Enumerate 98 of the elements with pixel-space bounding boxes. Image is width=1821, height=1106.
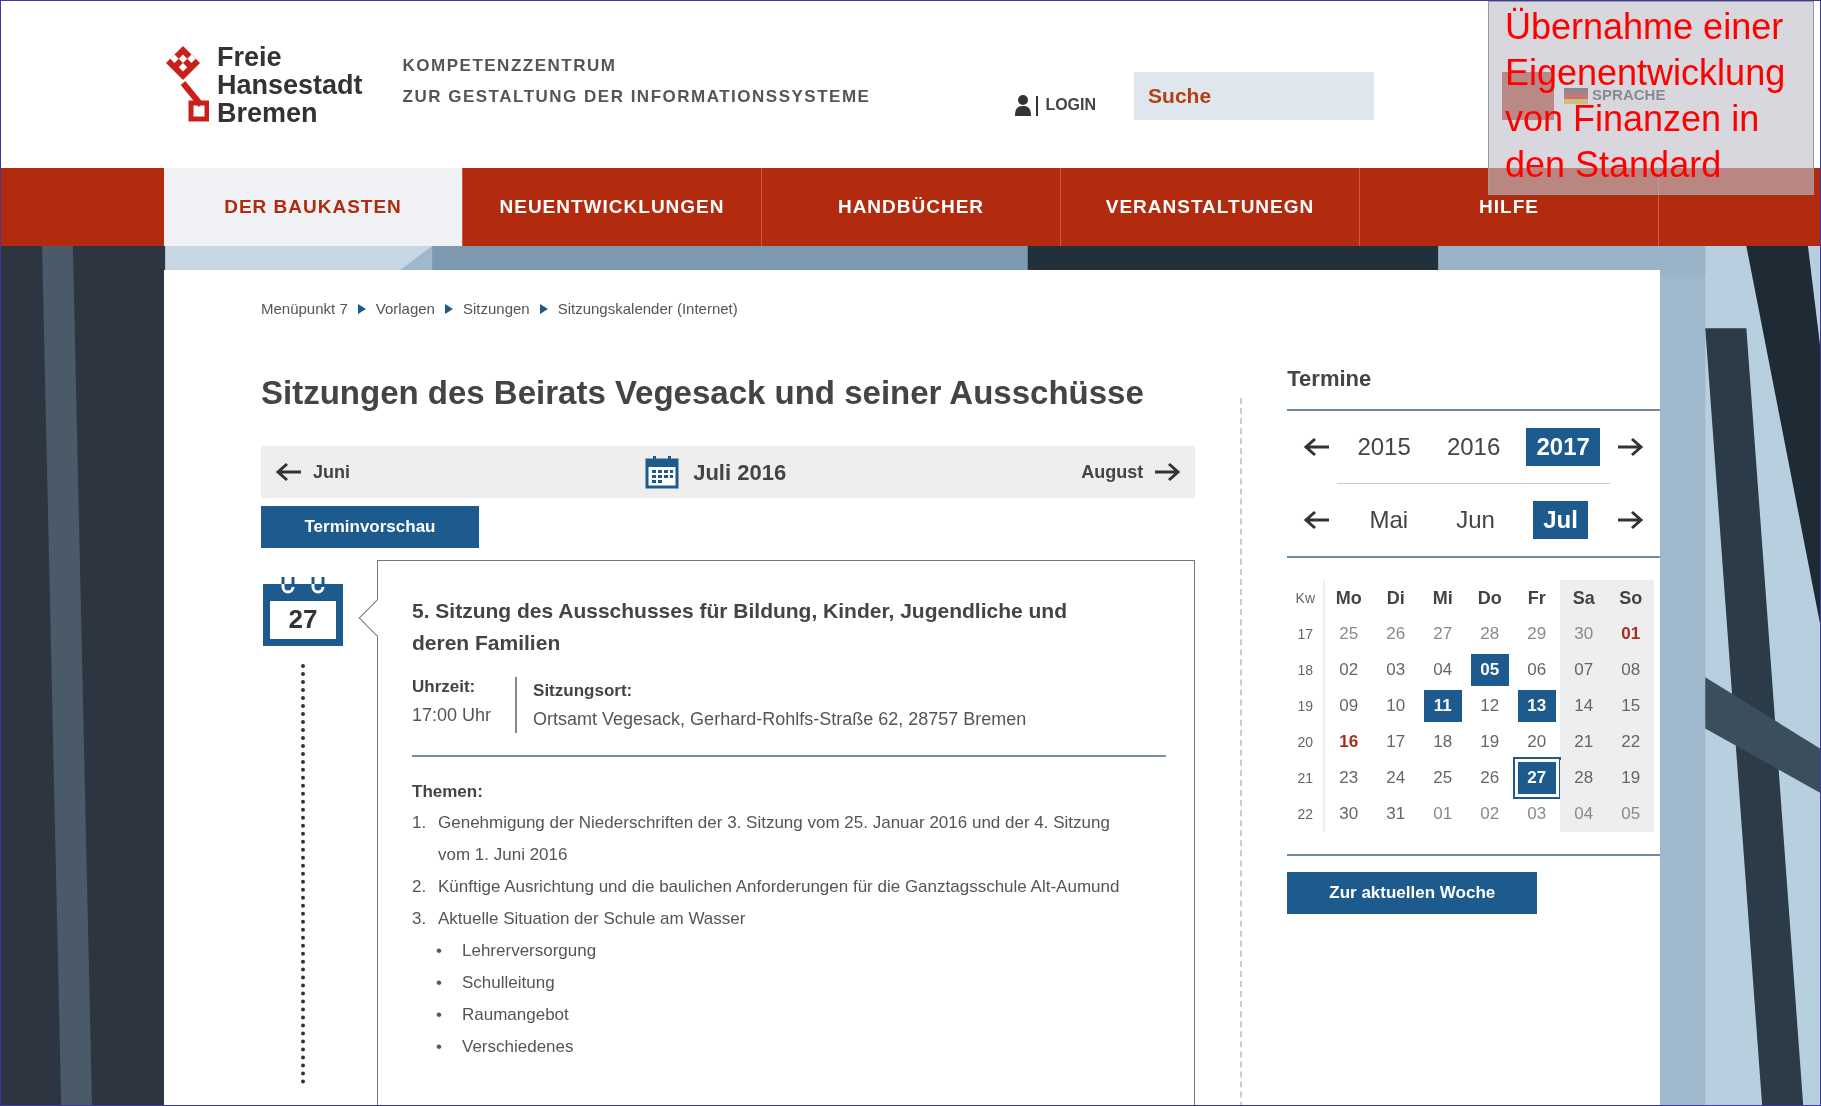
weekday-header: Mi <box>1431 586 1454 610</box>
topic-number: • <box>436 1035 443 1058</box>
calendar-day[interactable]: 13 <box>1517 690 1556 722</box>
breadcrumb-link[interactable]: Sitzungen <box>462 298 530 321</box>
topic-text: Schulleitung <box>462 971 555 994</box>
previous-month-link[interactable]: Juni <box>275 458 350 486</box>
week-number: 20 <box>1287 724 1326 760</box>
triangle-icon <box>539 304 548 315</box>
calendar-day[interactable]: 25 <box>1423 762 1462 794</box>
month-tab[interactable]: Jul <box>1533 501 1588 539</box>
calendar-day[interactable]: 18 <box>1423 726 1462 758</box>
calendar-day[interactable]: 09 <box>1329 690 1368 722</box>
weekday-header: Fr <box>1526 586 1547 610</box>
calendar-day[interactable]: 06 <box>1517 654 1556 686</box>
calendar-day[interactable]: 19 <box>1470 726 1509 758</box>
right-arrow-icon[interactable] <box>1615 510 1644 530</box>
calendar-day[interactable]: 30 <box>1329 798 1368 830</box>
calendar-day[interactable]: 24 <box>1376 762 1415 794</box>
calendar-day[interactable]: 26 <box>1470 762 1509 794</box>
calendar-day[interactable]: 26 <box>1376 618 1415 650</box>
calendar-day[interactable]: 01 <box>1423 798 1462 830</box>
time-label: Uhrzeit: <box>412 675 477 698</box>
topic-text: Genehmigung der Niederschriften der 3. Sitzung vom 25. Januar 2016 und der 4. Sitzung vom 1. Juni 2016 <box>438 811 1111 866</box>
month-tab[interactable]: Mai <box>1359 501 1419 539</box>
calendar-day[interactable]: 29 <box>1517 618 1556 650</box>
calendar-day[interactable]: 20 <box>1517 726 1556 758</box>
topic-number: 3. <box>412 907 428 930</box>
triangle-icon <box>357 304 366 315</box>
calendar-day[interactable]: 02 <box>1470 798 1509 830</box>
calendar-day[interactable]: 03 <box>1376 654 1415 686</box>
topic-text: Aktuelle Situation der Schule am Wasser <box>438 907 747 930</box>
calendar-day[interactable]: 12 <box>1470 690 1509 722</box>
place-label: Sitzungsort: <box>533 679 634 702</box>
weekday-header: Do <box>1476 586 1503 610</box>
event-title: 5. Sitzung des Ausschusses für Bildung, Kinder, Jugendliche und deren Familien <box>412 597 1068 656</box>
calendar-day[interactable]: 28 <box>1470 618 1509 650</box>
week-number: 19 <box>1287 688 1326 724</box>
place-value: Ortsamt Vegesack, Gerhard-Rohlfs-Straße 62, 28757 Bremen <box>533 707 1027 731</box>
calendar-day[interactable]: 03 <box>1517 798 1556 830</box>
current-month: Juli 2016 <box>693 458 787 487</box>
topic-number: • <box>436 939 443 962</box>
nav-tab[interactable]: DER BAUKASTEN <box>164 168 463 246</box>
time-value: 17:00 Uhr <box>412 703 492 727</box>
topic-number: • <box>436 971 443 994</box>
topics-label: Themen: <box>412 780 484 803</box>
person-icon <box>1015 93 1040 116</box>
year-tab[interactable]: 2016 <box>1436 428 1511 466</box>
left-arrow-icon <box>275 462 303 483</box>
topic-number: 2. <box>412 875 428 898</box>
calendar-day[interactable]: 23 <box>1329 762 1368 794</box>
week-number: 21 <box>1287 760 1326 796</box>
calendar-rings-icon <box>263 575 343 596</box>
calendar-day[interactable]: 17 <box>1376 726 1415 758</box>
weekday-header: Mo <box>1334 586 1363 610</box>
topic-text: Verschiedenes <box>462 1035 574 1058</box>
breadcrumb-link[interactable]: Menüpunkt 7 <box>261 298 348 321</box>
site-subtitle: KOMPETENZZENTRUM ZUR GESTALTUNG DER INFORMATIONSSYSTEME <box>402 54 871 108</box>
weekday-header: Di <box>1385 586 1406 610</box>
calendar-icon <box>645 455 680 490</box>
calendar-day[interactable]: 16 <box>1329 726 1368 758</box>
calendar-day[interactable]: 27 <box>1423 618 1462 650</box>
right-arrow-icon[interactable] <box>1615 437 1644 457</box>
weekday-header: Sa <box>1560 580 1608 616</box>
weekday-header: So <box>1607 580 1655 616</box>
sidebar-title: Termine <box>1287 362 1660 411</box>
week-number: 17 <box>1287 616 1326 652</box>
year-tab[interactable]: 2017 <box>1526 428 1600 466</box>
topic-number: • <box>436 1003 443 1026</box>
left-arrow-icon[interactable] <box>1303 437 1332 457</box>
week-header: Kw <box>1287 580 1326 616</box>
year-tab[interactable]: 2015 <box>1347 428 1421 466</box>
month-tab[interactable]: Jun <box>1446 501 1505 539</box>
topic-text: Lehrerversorgung <box>462 939 597 962</box>
calendar-day[interactable]: 31 <box>1376 798 1415 830</box>
next-month-link[interactable]: August <box>1081 458 1182 486</box>
calendar-day[interactable]: 02 <box>1329 654 1368 686</box>
current-week-button[interactable]: Zur aktuellen Woche <box>1287 872 1538 914</box>
calendar-day[interactable]: 10 <box>1376 690 1415 722</box>
left-arrow-icon[interactable] <box>1303 510 1332 530</box>
event-day: 27 <box>263 595 343 646</box>
topic-text: Künftige Ausrichtung und die baulichen Anforderungen für die Ganztagsschule Alt-Aumund <box>438 875 1121 898</box>
calendar-day[interactable]: 11 <box>1423 690 1462 722</box>
calendar-day[interactable]: 25 <box>1329 618 1368 650</box>
preview-button[interactable]: Terminvorschau <box>261 506 479 548</box>
logo-text: Freie Hansestadt Bremen <box>217 42 363 127</box>
topic-text: Raumangebot <box>462 1003 569 1026</box>
week-number: 18 <box>1287 652 1326 688</box>
breadcrumb-link[interactable]: Sitzungskalender (Internet) <box>557 298 738 321</box>
page-title: Sitzungen des Beirats Vegesack und seiner Ausschüsse <box>261 372 1145 413</box>
right-arrow-icon <box>1153 462 1182 483</box>
breadcrumb-link[interactable]: Vorlagen <box>375 298 435 321</box>
triangle-icon <box>444 304 453 315</box>
calendar-day[interactable]: 05 <box>1470 654 1509 686</box>
calendar-day[interactable]: 04 <box>1423 654 1462 686</box>
topic-number: 1. <box>412 811 428 834</box>
week-number: 22 <box>1287 796 1326 832</box>
search-field[interactable]: Suche <box>1134 71 1375 120</box>
login-link[interactable]: LOGIN <box>1015 92 1097 117</box>
